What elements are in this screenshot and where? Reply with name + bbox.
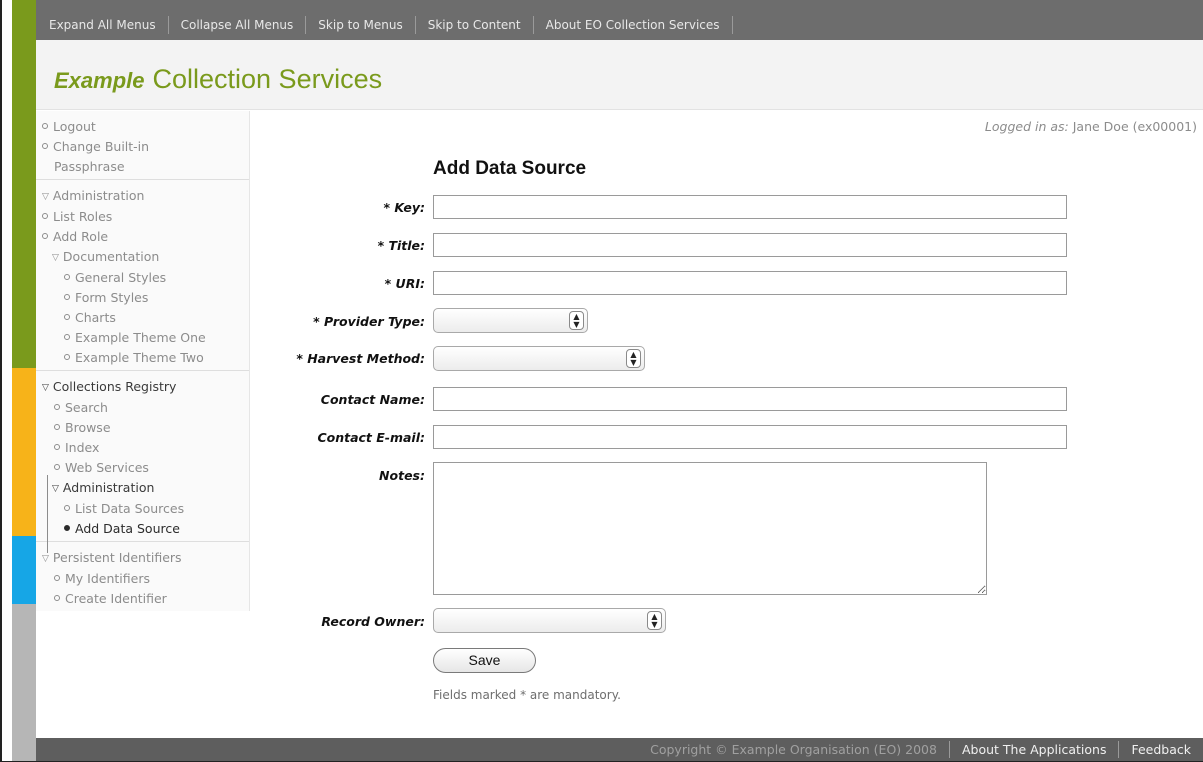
site-footer: Copyright © Example Organisation (EO) 20…	[36, 738, 1203, 761]
sidebar-item-list-roles[interactable]: List Roles	[36, 207, 249, 227]
sidebar-heading-persistent-identifiers[interactable]: ▽ Persistent Identifiers	[36, 548, 249, 569]
title-input[interactable]	[433, 233, 1067, 257]
select-arrows-icon: ▲ ▼	[626, 349, 641, 368]
about-applications-link[interactable]: About The Applications	[948, 741, 1119, 758]
sidebar-item-change-passphrase-cont[interactable]: Passphrase	[36, 157, 249, 177]
persistent-identifiers-menu: ▽ Persistent Identifiers My Identifiers C…	[36, 542, 249, 611]
bullet-icon	[42, 213, 48, 219]
sidebar-item-add-data-source[interactable]: Add Data Source	[36, 519, 249, 539]
top-navigation: Expand All Menus Collapse All Menus Skip…	[36, 0, 1203, 40]
sidebar-item-list-data-sources[interactable]: List Data Sources	[36, 499, 249, 519]
section-stripe-orange	[12, 368, 36, 536]
bullet-icon	[54, 424, 60, 430]
sidebar-item-add-role[interactable]: Add Role	[36, 227, 249, 247]
brand-example: Example	[54, 68, 145, 93]
triangle-down-icon: ▽	[42, 383, 49, 393]
contact-name-label: Contact Name:	[320, 392, 425, 407]
mandatory-fields-note: Fields marked * are mandatory.	[433, 688, 621, 702]
sidebar-item-form-styles[interactable]: Form Styles	[36, 288, 249, 308]
section-stripe-blue	[12, 536, 36, 604]
bullet-icon	[42, 143, 48, 149]
sidebar-item-example-theme-one[interactable]: Example Theme One	[36, 328, 249, 348]
record-owner-select[interactable]: ▲ ▼	[433, 608, 666, 633]
select-arrows-icon: ▲ ▼	[647, 611, 662, 630]
sidebar-item-search[interactable]: Search	[36, 398, 249, 418]
bullet-icon	[64, 505, 70, 511]
sidebar-item-change-passphrase[interactable]: Change Built-in	[36, 137, 249, 157]
sidebar-item-web-services[interactable]: Web Services	[36, 458, 249, 478]
triangle-down-icon: ▽	[52, 484, 59, 494]
site-logo[interactable]: Example Collection Services	[54, 64, 382, 95]
logged-in-label: Logged in as:	[984, 119, 1069, 134]
sidebar-heading-collections-registry[interactable]: ▽ Collections Registry	[36, 377, 249, 398]
tree-connector-line	[47, 475, 48, 553]
window-frame-left	[0, 0, 2, 762]
collapse-all-menus-link[interactable]: Collapse All Menus	[169, 16, 307, 34]
bullet-icon	[42, 123, 48, 129]
expand-all-menus-link[interactable]: Expand All Menus	[36, 16, 169, 34]
record-owner-label: Record Owner:	[321, 614, 425, 629]
triangle-down-icon: ▽	[42, 554, 49, 564]
collections-registry-menu: ▽ Collections Registry Search Browse Inde…	[36, 371, 249, 553]
save-button[interactable]: Save	[433, 648, 536, 673]
bullet-icon	[64, 294, 70, 300]
contact-email-input[interactable]	[433, 425, 1067, 449]
sidebar-heading-documentation[interactable]: ▽ Documentation	[36, 247, 249, 268]
skip-to-content-link[interactable]: Skip to Content	[416, 16, 534, 34]
bullet-icon	[54, 575, 60, 581]
logged-in-status: Logged in as: Jane Doe (ex00001)	[985, 119, 1197, 134]
logged-in-user: Jane Doe (ex00001)	[1072, 119, 1197, 134]
bullet-icon	[54, 444, 60, 450]
key-input[interactable]	[433, 195, 1067, 219]
harvest-method-label: * Harvest Method:	[296, 351, 425, 366]
sidebar-item-create-identifier[interactable]: Create Identifier	[36, 589, 249, 609]
bullet-icon	[64, 334, 70, 340]
brand-title: Collection Services	[152, 64, 383, 94]
bullet-icon	[64, 354, 70, 360]
sidebar-item-logout[interactable]: Logout	[36, 117, 249, 137]
harvest-method-select[interactable]: ▲ ▼	[433, 346, 645, 371]
skip-to-menus-link[interactable]: Skip to Menus	[306, 16, 416, 34]
bullet-icon	[42, 233, 48, 239]
site-header: Example Collection Services	[36, 40, 1203, 110]
contact-email-label: Contact E-mail:	[317, 430, 425, 445]
section-stripe-green	[12, 0, 36, 368]
bullet-icon	[54, 595, 60, 601]
notes-label: Notes:	[379, 468, 425, 483]
uri-input[interactable]	[433, 271, 1067, 295]
sidebar-item-general-styles[interactable]: General Styles	[36, 268, 249, 288]
bullet-icon	[54, 404, 60, 410]
account-menu: Logout Change Built-in Passphrase	[36, 111, 249, 180]
uri-label: * URI:	[384, 276, 425, 291]
administration-menu: ▽ Administration List Roles Add Role ▽ Doc…	[36, 180, 249, 371]
sidebar-item-browse[interactable]: Browse	[36, 418, 249, 438]
select-arrows-icon: ▲ ▼	[569, 311, 584, 330]
page-title: Add Data Source	[433, 158, 587, 179]
sidebar-item-charts[interactable]: Charts	[36, 308, 249, 328]
bullet-icon	[64, 525, 70, 531]
about-eo-link[interactable]: About EO Collection Services	[534, 16, 733, 34]
sidebar-heading-registry-administration[interactable]: ▽ Administration	[36, 478, 249, 499]
provider-type-label: * Provider Type:	[313, 314, 425, 329]
key-label: * Key:	[383, 200, 425, 215]
sidebar-menu: Logout Change Built-in Passphrase ▽ Admin…	[36, 111, 250, 611]
triangle-down-icon: ▽	[52, 253, 59, 263]
bullet-icon	[64, 274, 70, 280]
sidebar-item-example-theme-two[interactable]: Example Theme Two	[36, 348, 249, 368]
feedback-link[interactable]: Feedback	[1118, 741, 1203, 758]
triangle-down-icon: ▽	[42, 192, 49, 202]
notes-textarea[interactable]	[433, 462, 987, 595]
sidebar-item-index[interactable]: Index	[36, 438, 249, 458]
bullet-icon	[54, 464, 60, 470]
provider-type-select[interactable]: ▲ ▼	[433, 308, 588, 333]
section-stripe-grey	[12, 604, 36, 762]
sidebar-item-my-identifiers[interactable]: My Identifiers	[36, 569, 249, 589]
sidebar-heading-administration[interactable]: ▽ Administration	[36, 186, 249, 207]
copyright-text: Copyright © Example Organisation (EO) 20…	[650, 742, 937, 757]
bullet-icon	[64, 314, 70, 320]
contact-name-input[interactable]	[433, 387, 1067, 411]
title-label: * Title:	[377, 238, 425, 253]
